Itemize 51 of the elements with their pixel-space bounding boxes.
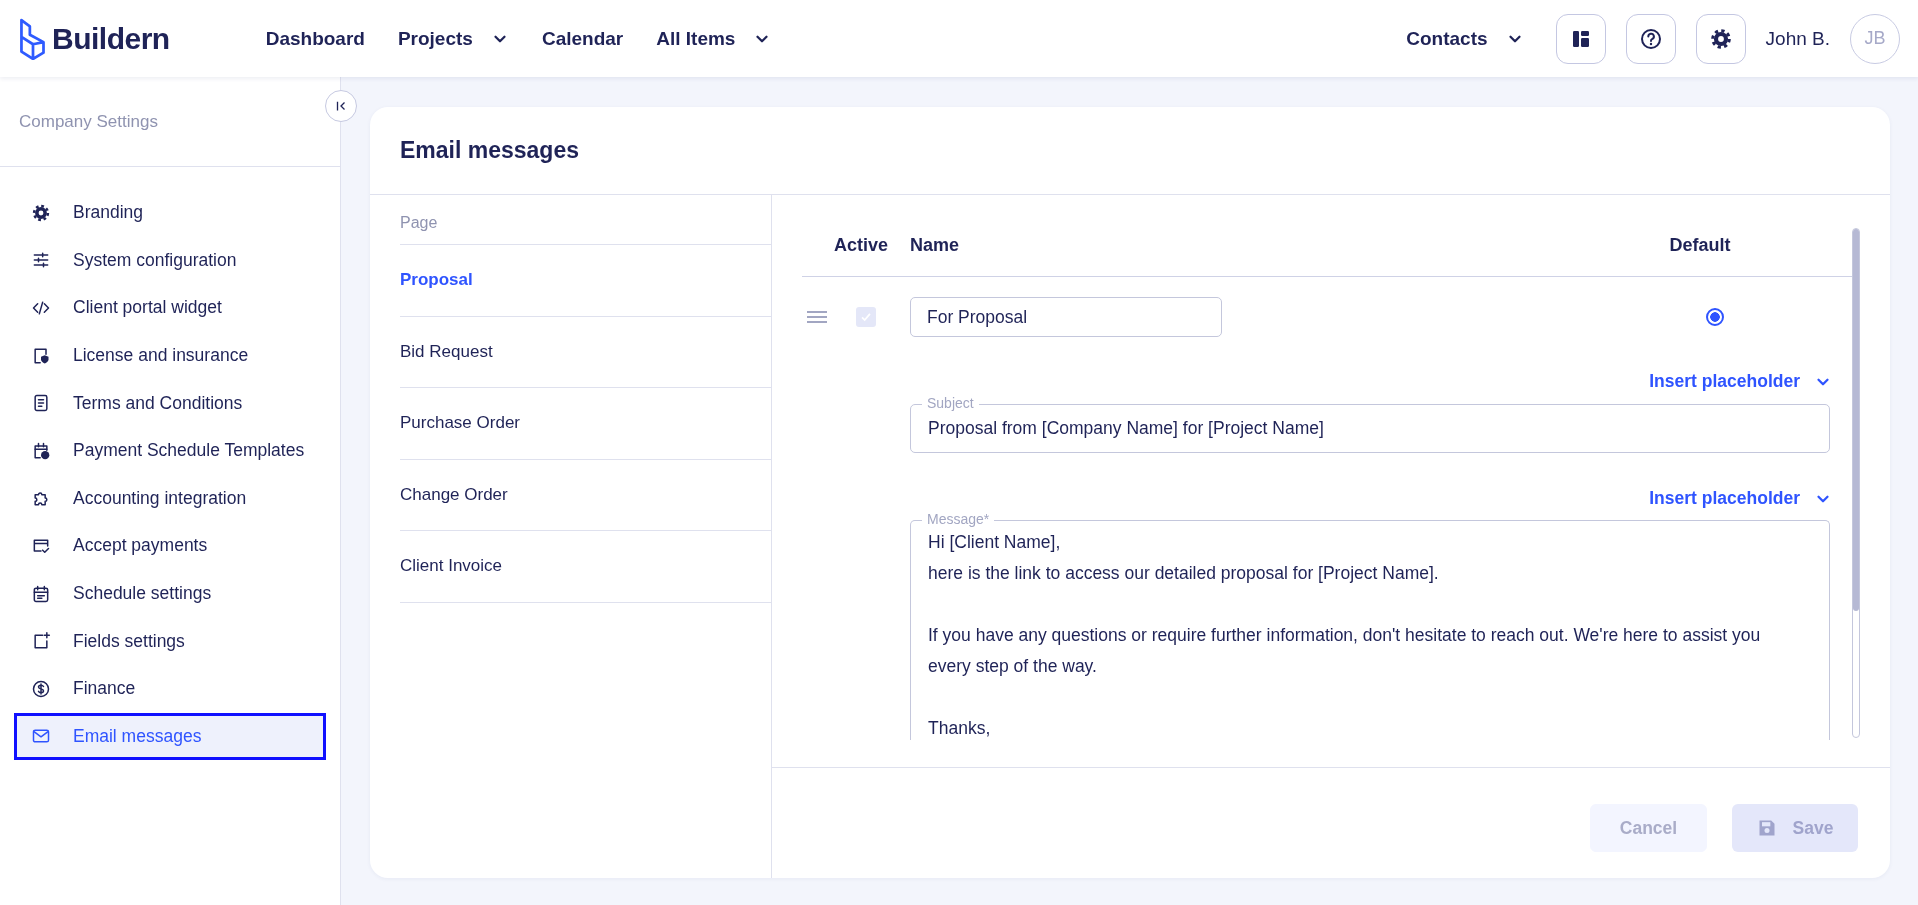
calendar-icon [31,583,51,604]
page-item[interactable]: Client Invoice [400,531,771,603]
insert-placeholder-link[interactable]: Insert placeholder [1649,371,1832,392]
sidebar-item[interactable]: Branding [14,189,326,237]
code-icon [31,298,51,318]
page-item[interactable]: Proposal [400,245,771,317]
cube-logo-icon [18,17,48,60]
calendar-dollar-icon [31,440,51,461]
sidebar-item[interactable]: System configuration [14,236,326,285]
page-item[interactable]: Purchase Order [400,388,771,460]
column-header: Page [400,195,771,245]
sidebar-item[interactable]: Email messages [14,712,326,761]
sidebar-item[interactable]: Client portal widget [14,284,326,332]
insert-placeholder-link[interactable]: Insert placeholder [1649,488,1832,509]
help-icon [1638,26,1663,51]
sidebar-item[interactable]: Fields settings [14,617,326,665]
logo[interactable]: Buildern [18,17,170,60]
sidebar-item[interactable]: Accept payments [14,522,326,570]
user-name: John B. [1765,27,1830,50]
column-header: Name [910,235,961,256]
settings-button[interactable] [1695,13,1746,64]
help-button[interactable] [1625,13,1676,64]
sidebar-item[interactable]: Finance [14,664,326,713]
sidebar-item[interactable]: Accounting integration [14,474,326,523]
nav-link[interactable]: Projects [397,27,509,50]
nav-link[interactable]: All Items [656,27,772,50]
collapse-icon [334,99,348,113]
drag-handle-icon [806,310,828,324]
sidebar-title: Company Settings [19,111,158,132]
field-label: Subject [922,395,979,411]
default-radio[interactable] [1706,308,1724,326]
sidebar-item[interactable]: Payment Schedule Templates [14,426,326,475]
settings-icon [1708,26,1733,51]
document-icon [31,393,51,414]
name-field[interactable]: For Proposal [910,297,1222,337]
column-header: Default [1668,235,1732,256]
page-item[interactable]: Change Order [400,459,771,531]
sidebar-item[interactable]: Terms and Conditions [14,379,326,427]
card-title: Email messages [400,137,579,164]
layout-button[interactable] [1555,13,1606,64]
nav-link[interactable]: Dashboard [265,27,365,50]
contacts-menu[interactable]: Contacts [1406,27,1524,50]
sidebar-item[interactable]: License and insurance [14,331,326,380]
sidebar-item[interactable]: Schedule settings [14,569,326,618]
collapse-button[interactable] [325,90,357,122]
column-header: Active [833,235,889,256]
page-item[interactable]: Bid Request [400,316,771,388]
dollar-circle-icon [31,678,51,699]
gear-icon [31,202,51,223]
nav-link[interactable]: Calendar [541,27,624,50]
field-label: Message* [922,511,995,527]
